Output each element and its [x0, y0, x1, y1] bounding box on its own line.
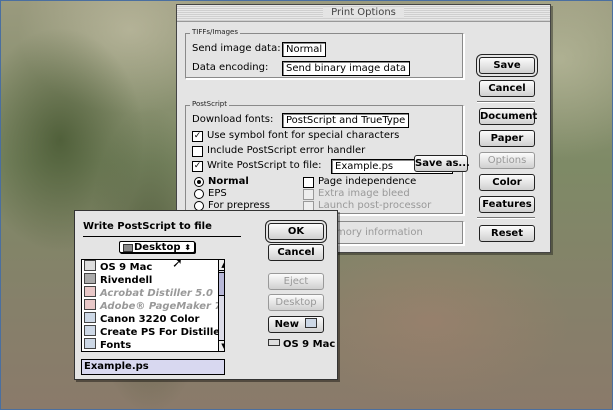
- document-button[interactable]: Document: [479, 108, 537, 125]
- server-icon: [84, 273, 96, 284]
- new-folder-button[interactable]: New: [268, 316, 324, 333]
- list-item-label: Acrobat Distiller 5.0: [100, 288, 213, 299]
- list-item[interactable]: OS 9 Mac: [84, 260, 152, 273]
- eject-button: Eject: [268, 273, 324, 290]
- disk-indicator-label: OS 9 Mac: [283, 339, 336, 350]
- data-encoding-label: Data encoding:: [192, 62, 269, 73]
- ok-button[interactable]: OK: [268, 223, 324, 240]
- page-independence-checkbox[interactable]: [303, 177, 314, 188]
- radio-eps-label: EPS: [208, 188, 227, 199]
- color-button[interactable]: Color: [479, 174, 535, 191]
- extra-image-bleed-label: Extra image bleed: [318, 188, 410, 199]
- application-icon: [84, 299, 96, 310]
- folder-icon: [84, 325, 96, 336]
- send-image-data-popup[interactable]: Normal: [282, 42, 327, 57]
- cancel-button[interactable]: Cancel: [479, 80, 535, 97]
- page-independence-label: Page independence: [318, 176, 417, 187]
- location-popup[interactable]: Desktop ⬍: [119, 241, 195, 253]
- features-button[interactable]: Features: [479, 196, 535, 213]
- folder-icon: [123, 244, 133, 252]
- use-symbol-font-label: Use symbol font for special characters: [207, 130, 400, 141]
- popup-arrows-icon: ⬍: [184, 243, 191, 252]
- print-options-titlebar[interactable]: Print Options: [177, 5, 550, 22]
- list-item-label: Rivendell: [100, 275, 153, 286]
- download-fonts-label: Download fonts:: [192, 114, 274, 125]
- tiff-images-group: TIFFs/Images Send image data: Normal Dat…: [185, 28, 464, 79]
- list-item-label: OS 9 Mac: [100, 262, 153, 273]
- disk-icon: [84, 260, 96, 271]
- list-item[interactable]: Canon 3220 Color: [84, 312, 199, 325]
- list-item[interactable]: Rivendell: [84, 273, 152, 286]
- folder-icon: [84, 312, 96, 323]
- write-postscript-label: Write PostScript to file:: [207, 160, 322, 171]
- filename-input[interactable]: Example.ps: [81, 359, 225, 375]
- options-button: Options: [479, 152, 535, 169]
- new-folder-icon: [305, 318, 318, 328]
- include-error-handler-checkbox[interactable]: [192, 146, 203, 157]
- mouse-pointer-icon: ➚: [172, 256, 183, 271]
- button-divider: [477, 101, 535, 103]
- file-list[interactable]: OS 9 Mac Rivendell Acrobat Distiller 5.0…: [81, 259, 225, 352]
- disk-indicator: OS 9 Mac: [268, 339, 335, 350]
- send-image-data-label: Send image data:: [192, 43, 281, 54]
- scroll-up-arrow-icon[interactable]: ▲: [219, 260, 224, 271]
- include-error-handler-label: Include PostScript error handler: [207, 145, 366, 156]
- folder-icon: [84, 338, 96, 349]
- disk-small-icon: [268, 339, 280, 346]
- write-postscript-dialog: Write PostScript to file Desktop ⬍ OS 9 …: [74, 210, 338, 380]
- radio-eps[interactable]: [194, 189, 204, 199]
- list-item-label: Adobe® PageMaker 7.0: [100, 301, 225, 312]
- desktop-button: Desktop: [268, 294, 324, 311]
- title-rule: [83, 236, 241, 237]
- list-item-label: Fonts: [100, 340, 132, 351]
- location-popup-label: Desktop: [134, 242, 181, 253]
- write-postscript-checkbox[interactable]: ✓: [192, 161, 203, 172]
- write-postscript-dialog-title: Write PostScript to file: [83, 221, 212, 232]
- application-icon: [84, 286, 96, 297]
- list-item: Acrobat Distiller 5.0: [84, 286, 213, 299]
- memory-information-label: mory information: [336, 227, 423, 238]
- save-as-button[interactable]: Save as...: [414, 155, 470, 172]
- data-encoding-popup[interactable]: Send binary image data: [282, 61, 411, 76]
- scroll-thumb[interactable]: [219, 272, 224, 296]
- print-options-title: Print Options: [323, 7, 404, 18]
- list-item-label: Create PS For Distiller: [100, 327, 225, 338]
- save-button[interactable]: Save: [479, 57, 535, 74]
- tiff-images-group-label: TIFFs/Images: [190, 28, 240, 36]
- use-symbol-font-checkbox[interactable]: ✓: [192, 131, 203, 142]
- extra-image-bleed-checkbox: [303, 189, 314, 200]
- paper-button[interactable]: Paper: [479, 130, 535, 147]
- scroll-down-arrow-icon[interactable]: ▼: [219, 340, 224, 351]
- radio-normal-label: Normal: [208, 176, 249, 187]
- download-fonts-popup[interactable]: PostScript and TrueType: [282, 113, 410, 128]
- list-item[interactable]: Create PS For Distiller: [84, 325, 225, 338]
- write-cancel-button[interactable]: Cancel: [268, 244, 324, 261]
- radio-normal[interactable]: [194, 177, 204, 187]
- list-item-label: Canon 3220 Color: [100, 314, 200, 325]
- reset-button[interactable]: Reset: [479, 225, 535, 242]
- button-divider-2: [477, 217, 535, 219]
- file-list-scrollbar[interactable]: ▲ ▼: [218, 260, 224, 351]
- postscript-group-label: PostScript: [190, 100, 229, 108]
- list-item[interactable]: Fonts: [84, 338, 131, 351]
- list-item: Adobe® PageMaker 7.0: [84, 299, 225, 312]
- new-folder-label: New: [274, 319, 299, 330]
